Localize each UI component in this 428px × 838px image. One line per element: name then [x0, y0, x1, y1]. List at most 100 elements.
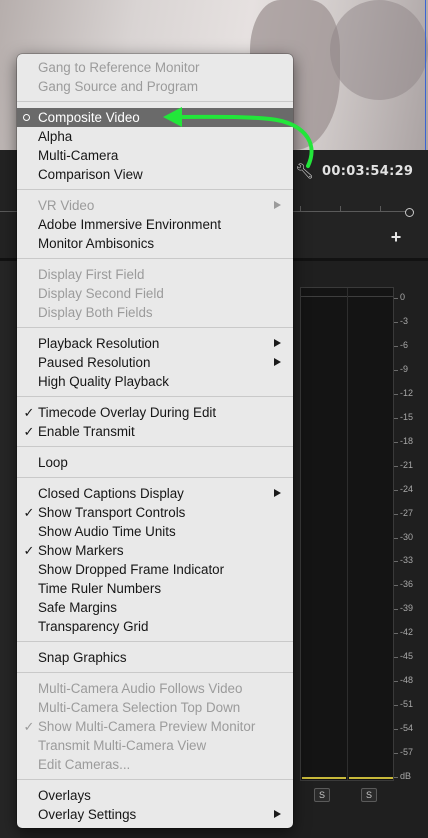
playhead-timecode[interactable]: 00:03:54:29 — [322, 164, 413, 179]
menu-item-vr-video: VR Video — [17, 196, 293, 215]
menu-item-label: Display Second Field — [38, 286, 164, 301]
meter-scale-label: -33 — [400, 555, 414, 566]
menu-item-show-audio-time-units[interactable]: Show Audio Time Units — [17, 522, 293, 541]
menu-item-label: Closed Captions Display — [38, 486, 184, 501]
menu-item-paused-resolution[interactable]: Paused Resolution — [17, 353, 293, 372]
meter-scale-label: -3 — [400, 315, 409, 326]
checkmark-icon: ✓ — [23, 505, 35, 520]
menu-item-label: Composite Video — [38, 110, 140, 125]
menu-separator — [17, 441, 293, 453]
meter-scale-label: -45 — [400, 651, 414, 662]
submenu-arrow-icon — [274, 489, 281, 497]
meter-scale-tick — [394, 537, 398, 539]
solo-left-button[interactable]: S — [314, 788, 330, 802]
menu-separator — [17, 322, 293, 334]
menu-item-label: Gang to Reference Monitor — [38, 60, 200, 75]
checkmark-icon: ✓ — [23, 719, 35, 734]
menu-item-transmit-multi-camera-view: Transmit Multi-Camera View — [17, 736, 293, 755]
meter-scale-tick — [394, 417, 398, 419]
menu-item-transparency-grid[interactable]: Transparency Grid — [17, 617, 293, 636]
meter-scale-tick — [394, 321, 398, 323]
meter-scale-tick — [394, 585, 398, 587]
menu-separator — [17, 636, 293, 648]
menu-item-label: Overlay Settings — [38, 807, 137, 822]
meter-scale-label: -12 — [400, 387, 414, 398]
submenu-arrow-icon — [274, 358, 281, 366]
meter-scale-tick — [394, 609, 398, 611]
meter-scale-tick — [394, 369, 398, 371]
menu-item-alpha[interactable]: Alpha — [17, 127, 293, 146]
meter-scale-tick — [394, 561, 398, 563]
menu-item-label: Multi-Camera Selection Top Down — [38, 700, 241, 715]
menu-item-gang-source-and-program: Gang Source and Program — [17, 77, 293, 96]
radio-selected-icon — [23, 114, 30, 121]
menu-item-overlays[interactable]: Overlays — [17, 786, 293, 805]
menu-item-label: Loop — [38, 455, 68, 470]
menu-item-overlay-settings[interactable]: Overlay Settings — [17, 805, 293, 824]
menu-item-show-markers[interactable]: ✓ Show Markers — [17, 541, 293, 560]
meter-scale-label: -39 — [400, 603, 414, 614]
menu-item-safe-margins[interactable]: Safe Margins — [17, 598, 293, 617]
meter-scale-tick — [394, 489, 398, 491]
menu-item-multi-camera[interactable]: Multi-Camera — [17, 146, 293, 165]
meter-scale-tick — [394, 465, 398, 467]
menu-item-label: Enable Transmit — [38, 424, 135, 439]
menu-item-label: VR Video — [38, 198, 95, 213]
menu-item-loop[interactable]: Loop — [17, 453, 293, 472]
menu-item-label: Alpha — [38, 129, 73, 144]
menu-item-snap-graphics[interactable]: Snap Graphics — [17, 648, 293, 667]
menu-item-label: Show Dropped Frame Indicator — [38, 562, 225, 577]
meter-scale-tick — [394, 441, 398, 443]
meter-scale-tick — [394, 753, 398, 755]
meter-scale-label: -27 — [400, 507, 414, 518]
meter-level-left — [302, 777, 346, 779]
menu-item-timecode-overlay-during-edit[interactable]: ✓ Timecode Overlay During Edit — [17, 403, 293, 422]
menu-item-label: High Quality Playback — [38, 374, 169, 389]
meter-scale-label: -21 — [400, 459, 414, 470]
menu-item-monitor-ambisonics[interactable]: Monitor Ambisonics — [17, 234, 293, 253]
meter-scale-label: -30 — [400, 531, 414, 542]
meter-scale-label: -24 — [400, 483, 414, 494]
menu-item-playback-resolution[interactable]: Playback Resolution — [17, 334, 293, 353]
menu-item-enable-transmit[interactable]: ✓ Enable Transmit — [17, 422, 293, 441]
menu-item-time-ruler-numbers[interactable]: Time Ruler Numbers — [17, 579, 293, 598]
menu-item-adobe-immersive-environment[interactable]: Adobe Immersive Environment — [17, 215, 293, 234]
playhead-handle[interactable] — [405, 208, 414, 217]
menu-item-label: Show Audio Time Units — [38, 524, 176, 539]
monitor-settings-menu: Gang to Reference Monitor Gang Source and… — [17, 54, 293, 828]
menu-item-comparison-view[interactable]: Comparison View — [17, 165, 293, 184]
menu-item-show-transport-controls[interactable]: ✓ Show Transport Controls — [17, 503, 293, 522]
menu-item-label: Show Markers — [38, 543, 124, 558]
meter-scale-label: -57 — [400, 747, 414, 758]
menu-item-display-both-fields: Display Both Fields — [17, 303, 293, 322]
meter-scale-label: -18 — [400, 435, 414, 446]
menu-item-composite-video[interactable]: Composite Video — [17, 108, 293, 127]
menu-item-multi-camera-audio-follows-video: Multi-Camera Audio Follows Video — [17, 679, 293, 698]
menu-item-label: Transmit Multi-Camera View — [38, 738, 207, 753]
menu-separator — [17, 184, 293, 196]
menu-item-label: Playback Resolution — [38, 336, 160, 351]
menu-item-label: Multi-Camera Audio Follows Video — [38, 681, 243, 696]
menu-item-label: Adobe Immersive Environment — [38, 217, 222, 232]
checkmark-icon: ✓ — [23, 424, 35, 439]
menu-item-label: Multi-Camera — [38, 148, 119, 163]
menu-item-label: Monitor Ambisonics — [38, 236, 155, 251]
button-editor-add-button[interactable]: + — [388, 228, 404, 246]
checkmark-icon: ✓ — [23, 543, 35, 558]
meter-scale-tick — [394, 777, 398, 778]
menu-item-label: Comparison View — [38, 167, 143, 182]
meter-scale-tick — [394, 345, 398, 347]
menu-item-high-quality-playback[interactable]: High Quality Playback — [17, 372, 293, 391]
meter-scale-tick — [394, 393, 398, 395]
menu-item-closed-captions-display[interactable]: Closed Captions Display — [17, 484, 293, 503]
menu-separator — [17, 391, 293, 403]
submenu-arrow-icon — [274, 339, 281, 347]
wrench-icon[interactable]: 🔧︎ — [295, 164, 314, 180]
submenu-arrow-icon — [274, 810, 281, 818]
menu-item-show-dropped-frame-indicator[interactable]: Show Dropped Frame Indicator — [17, 560, 293, 579]
solo-right-button[interactable]: S — [361, 788, 377, 802]
menu-item-label: Timecode Overlay During Edit — [38, 405, 217, 420]
menu-item-label: Safe Margins — [38, 600, 117, 615]
checkmark-icon: ✓ — [23, 405, 35, 420]
menu-item-label: Display First Field — [38, 267, 145, 282]
